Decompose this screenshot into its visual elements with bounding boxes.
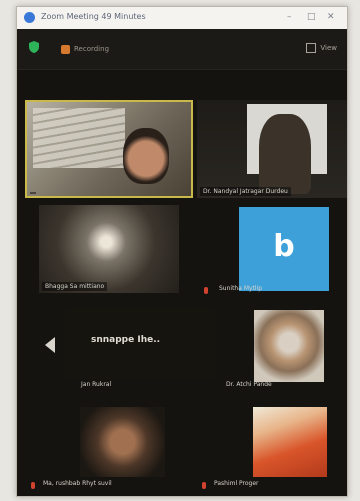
view-button[interactable]: View [306, 43, 337, 53]
participant-silhouette [259, 114, 311, 194]
name-row: Jan Rukral [75, 379, 195, 391]
window-title: Zoom Meeting 49 Minutes [41, 12, 146, 21]
screen-share-label: snnappe Ihe.. [91, 335, 161, 345]
video-tile-6[interactable] [254, 310, 324, 382]
video-tile-active-speaker[interactable] [25, 100, 193, 198]
avatar-tile[interactable]: b [239, 207, 329, 291]
maximize-button[interactable]: □ [307, 11, 316, 23]
participant-name: Sunitha Mytlip [219, 285, 263, 292]
whiteboard-background [33, 108, 125, 168]
close-button[interactable]: ✕ [327, 11, 335, 23]
avatar-letter: b [273, 229, 295, 264]
security-shield-icon[interactable] [27, 40, 41, 54]
zoom-logo-icon [24, 12, 35, 23]
mic-muted-icon [204, 287, 208, 294]
recording-indicator[interactable]: Recording [61, 43, 109, 55]
meeting-toolbar: Recording View [17, 29, 347, 70]
zoom-window: Zoom Meeting 49 Minutes – □ ✕ Recording … [16, 6, 348, 497]
title-bar: Zoom Meeting 49 Minutes – □ ✕ [17, 7, 347, 29]
next-page-icon[interactable] [347, 337, 348, 353]
name-row: Pashiml Proger [208, 478, 338, 490]
minimize-button[interactable]: – [287, 11, 292, 23]
name-row: Dr. Atchi Pande [220, 379, 340, 391]
participant-face [123, 128, 169, 184]
view-label: View [320, 44, 337, 52]
mic-muted-icon [202, 482, 206, 489]
participant-name [30, 192, 36, 194]
grid-view-icon [306, 43, 317, 53]
participant-name: Bhagga Sa mittiano [42, 282, 108, 291]
participant-name: Dr. Nandyal Jatragar Durdeu [200, 187, 291, 196]
mic-muted-icon [31, 482, 35, 489]
screen-share-tile[interactable]: snnappe Ihe.. [65, 307, 215, 379]
name-row: Sunitha Mytlip [213, 283, 333, 295]
recording-label: Recording [74, 45, 110, 53]
participant-name: Jan Rukral [81, 381, 112, 388]
video-tile-2[interactable]: Dr. Nandyal Jatragar Durdeu [197, 100, 347, 198]
participant-name: Pashiml Proger [214, 480, 259, 487]
name-row: Ma, rushbab Rhyt suvil [37, 478, 187, 490]
video-tile-8[interactable] [253, 407, 327, 477]
video-tile-7[interactable] [80, 407, 165, 477]
previous-page-icon[interactable] [45, 337, 55, 353]
participant-name: Ma, rushbab Rhyt suvil [43, 480, 112, 487]
video-tile-3[interactable]: Bhagga Sa mittiano [39, 205, 179, 293]
record-icon [61, 44, 70, 54]
participant-name: Dr. Atchi Pande [226, 381, 272, 388]
